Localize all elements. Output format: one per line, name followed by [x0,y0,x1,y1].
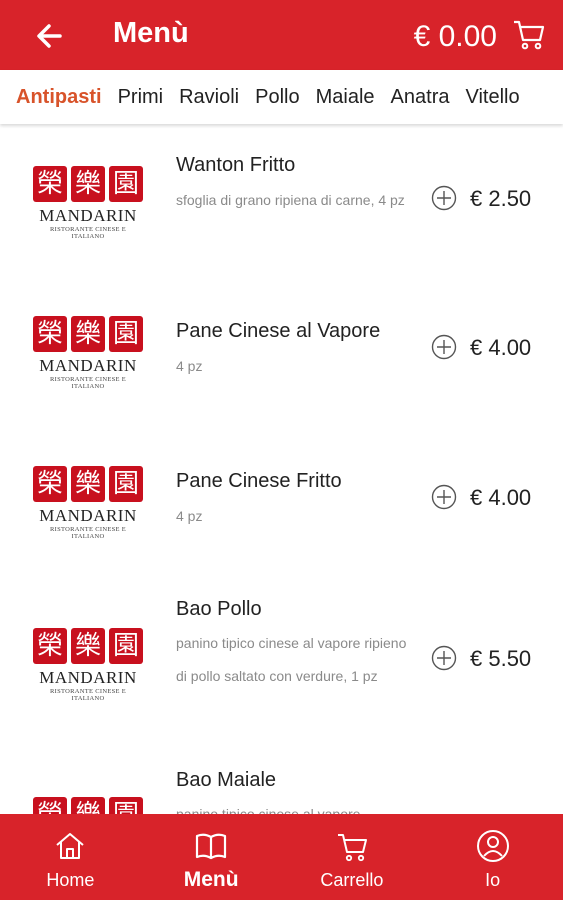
nav-menu[interactable]: Menù [141,814,282,900]
logo-char: 園 [109,316,143,352]
item-name: Pane Cinese al Vapore [176,320,381,342]
logo-brand: MANDARIN [39,506,137,525]
cart-icon[interactable] [512,18,546,52]
nav-profile-label: Io [485,870,501,890]
cart-total: € 0.00 [413,20,497,53]
logo-char: 樂 [71,166,105,202]
tab-vitello[interactable]: Vitello [465,86,519,109]
app-header: Menù € 0.00 [0,0,563,70]
category-tabs: Antipasti Primi Ravioli Pollo Maiale Ana… [0,70,563,124]
bottom-nav: Home Menù Carrello Io [0,814,563,900]
item-name: Bao Pollo [176,598,262,620]
restaurant-logo: 榮 樂 園 MANDARIN RISTORANTE CINESE E ITALI… [33,316,143,390]
logo-char: 榮 [33,316,67,352]
restaurant-logo: 榮 樂 園 MANDARIN RISTORANTE CINESE E ITALI… [33,466,143,540]
nav-menu-label: Menù [183,868,239,891]
add-icon[interactable] [431,334,457,360]
restaurant-logo: 榮 樂 園 MANDARIN RISTORANTE CINESE E ITALI… [33,628,143,702]
item-price: € 4.00 [470,335,532,360]
logo-brand: MANDARIN [39,356,137,375]
logo-char: 園 [109,797,143,814]
logo-char: 園 [109,166,143,202]
logo-subtitle: RISTORANTE CINESE E ITALIANO [50,526,126,540]
item-price: € 4.00 [470,485,532,510]
back-arrow-icon[interactable] [30,18,70,54]
item-description: panino tipico cinese al vapore [176,806,361,814]
nav-cart[interactable]: Carrello [282,814,423,900]
logo-char: 園 [109,466,143,502]
nav-profile[interactable]: Io [422,814,563,900]
logo-subtitle: RISTORANTE CINESE E ITALIANO [50,226,126,240]
logo-char: 園 [109,628,143,664]
tab-pollo[interactable]: Pollo [255,86,299,109]
restaurant-logo: 榮 樂 園 MANDARIN RISTORANTE CINESE E ITALI… [33,166,143,240]
item-description: sfoglia di grano ripiena di carne, 4 pz [176,192,405,208]
logo-subtitle: RISTORANTE CINESE E ITALIANO [50,376,126,390]
item-price: € 5.50 [470,646,532,671]
nav-cart-label: Carrello [320,870,384,890]
logo-brand: MANDARIN [39,668,137,687]
tab-ravioli[interactable]: Ravioli [179,86,239,109]
add-icon[interactable] [431,645,457,671]
item-description: 4 pz [176,358,203,374]
logo-char: 榮 [33,797,67,814]
nav-home[interactable]: Home [0,814,141,900]
logo-subtitle: RISTORANTE CINESE E ITALIANO [50,688,126,702]
home-icon [52,828,88,864]
menu-list[interactable]: 榮 樂 園 MANDARIN RISTORANTE CINESE E ITALI… [0,124,563,814]
logo-char: 榮 [33,166,67,202]
logo-char: 榮 [33,466,67,502]
restaurant-logo: 榮 樂 園 [33,797,143,814]
nav-home-label: Home [46,870,95,890]
logo-char: 樂 [71,466,105,502]
logo-char: 樂 [71,628,105,664]
tab-maiale[interactable]: Maiale [316,86,375,109]
logo-char: 榮 [33,628,67,664]
user-icon [475,828,511,864]
item-description: panino tipico cinese al vapore ripieno d… [176,635,407,684]
tab-primi[interactable]: Primi [118,86,164,109]
page-title: Menù [113,17,189,49]
tab-antipasti[interactable]: Antipasti [16,86,102,109]
logo-brand: MANDARIN [39,206,137,225]
tab-anatra[interactable]: Anatra [391,86,450,109]
item-name: Bao Maiale [176,769,277,791]
logo-char: 樂 [71,316,105,352]
logo-char: 樂 [71,797,105,814]
add-icon[interactable] [431,484,457,510]
cart-icon [334,828,370,864]
item-name: Wanton Fritto [176,154,296,176]
item-name: Pane Cinese Fritto [176,470,342,492]
item-description: 4 pz [176,508,203,524]
add-icon[interactable] [431,185,457,211]
book-icon [193,828,229,864]
item-price: € 2.50 [470,186,532,211]
